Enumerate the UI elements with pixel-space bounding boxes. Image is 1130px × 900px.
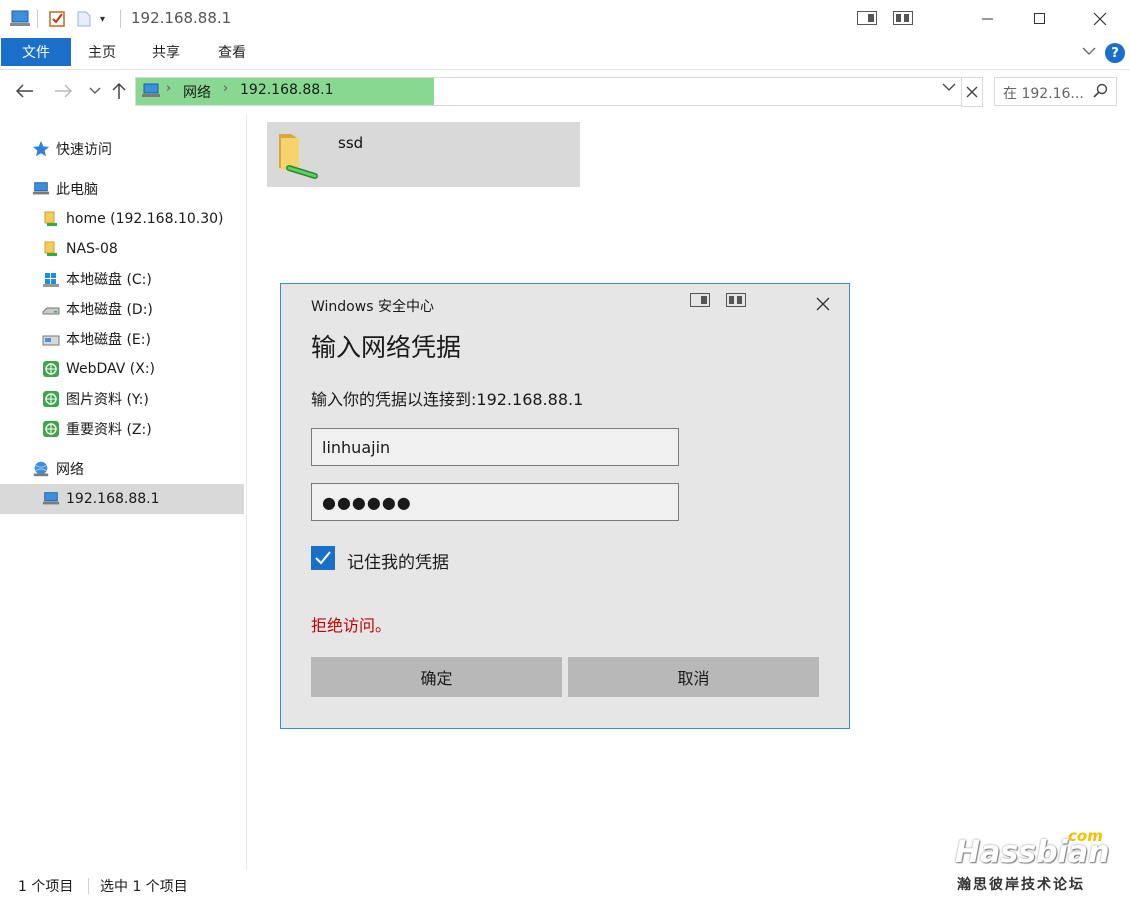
sidebar-item-label: 网络 — [56, 462, 84, 478]
stop-icon[interactable] — [961, 77, 983, 107]
cancel-button[interactable]: 取消 — [568, 657, 819, 697]
chevron-right-icon[interactable]: › — [166, 81, 171, 96]
sidebar-item-this-pc[interactable]: 此电脑 — [0, 174, 244, 204]
address-bar[interactable]: › 网络 › 192.168.88.1 — [135, 77, 962, 106]
sidebar-item-label: NAS-08 — [66, 241, 118, 257]
maximize-button[interactable] — [1014, 0, 1066, 38]
tile-window-icon[interactable] — [690, 293, 710, 311]
sidebar-item-drive-d[interactable]: 本地磁盘 (D:) — [0, 294, 244, 324]
tile-window-icon[interactable] — [857, 11, 877, 29]
search-placeholder: 在 192.16... — [1003, 86, 1084, 102]
split-window-icon[interactable] — [726, 293, 746, 311]
address-dropdown-icon[interactable] — [942, 80, 956, 96]
ribbon-tabs: 文件 主页 共享 查看 — [0, 38, 1130, 70]
sidebar-item-quick-access[interactable]: 快速访问 — [0, 134, 244, 164]
remember-credentials-checkbox[interactable] — [311, 546, 335, 570]
network-computer-icon — [142, 83, 162, 103]
network-icon — [32, 460, 50, 478]
ok-button[interactable]: 确定 — [311, 657, 562, 697]
windows-drive-icon — [42, 270, 60, 288]
search-icon[interactable] — [1093, 83, 1109, 103]
dialog-caption: Windows 安全中心 — [311, 299, 434, 315]
recent-locations-icon[interactable] — [84, 80, 106, 102]
quick-access-dropdown-icon[interactable]: ▾ — [100, 9, 105, 29]
checkmark-icon — [315, 551, 331, 565]
sidebar-item-label: 快速访问 — [56, 142, 112, 158]
web-drive-icon — [42, 360, 60, 378]
dialog-close-icon[interactable] — [813, 294, 833, 314]
window-title: 192.168.88.1 — [131, 9, 232, 27]
chevron-right-icon[interactable]: › — [223, 81, 228, 96]
web-drive-icon — [42, 390, 60, 408]
properties-icon[interactable] — [48, 9, 66, 29]
sidebar-item-label: 本地磁盘 (E:) — [66, 332, 151, 348]
tab-view[interactable]: 查看 — [218, 38, 246, 66]
sidebar-item-label: 本地磁盘 (D:) — [66, 302, 153, 318]
split-window-icon[interactable] — [893, 11, 913, 29]
sidebar-item-network[interactable]: 网络 — [0, 454, 244, 484]
remember-credentials-label[interactable]: 记住我的凭据 — [347, 548, 449, 573]
sidebar-item-host[interactable]: 192.168.88.1 — [0, 484, 244, 514]
help-button[interactable]: ? — [1105, 43, 1125, 63]
sidebar-item-drive-e[interactable]: 本地磁盘 (E:) — [0, 324, 244, 354]
sidebar-item-nas[interactable]: NAS-08 — [0, 234, 244, 264]
sidebar-item-home[interactable]: home (192.168.10.30) — [0, 204, 244, 234]
sidebar-item-webdav[interactable]: WebDAV (X:) — [0, 354, 244, 384]
tab-home[interactable]: 主页 — [88, 38, 116, 66]
computer-icon — [42, 490, 60, 508]
password-field[interactable]: ●●●●●● — [311, 483, 679, 521]
item-count: 1 个项目 — [18, 879, 74, 895]
sidebar-item-label: 192.168.88.1 — [66, 491, 160, 507]
star-icon — [32, 140, 50, 158]
folder-name[interactable]: ssd — [338, 134, 363, 152]
shared-folder-tile[interactable] — [267, 122, 580, 187]
explorer-app-icon[interactable] — [10, 9, 32, 29]
watermark-logo: Hassbian — [955, 835, 1110, 870]
title-bar: ▾ 192.168.88.1 — [0, 0, 1130, 38]
close-button[interactable] — [1074, 0, 1126, 38]
sidebar-item-label: WebDAV (X:) — [66, 361, 155, 377]
access-denied-message: 拒绝访问。 — [311, 616, 392, 635]
dialog-heading: 输入网络凭据 — [311, 333, 462, 362]
tab-share[interactable]: 共享 — [152, 38, 180, 66]
username-field[interactable]: linhuajin — [311, 428, 679, 466]
tab-file[interactable]: 文件 — [1, 38, 71, 66]
credentials-dialog: Windows 安全中心 输入网络凭据 输入你的凭据以连接到:192.168.8… — [280, 283, 850, 729]
dialog-prompt: 输入你的凭据以连接到:192.168.88.1 — [311, 390, 584, 409]
computer-icon — [32, 180, 50, 198]
minimize-button[interactable] — [962, 0, 1014, 38]
back-arrow-icon[interactable] — [14, 80, 36, 102]
sidebar-item-drive-z[interactable]: 重要资料 (Z:) — [0, 414, 244, 444]
sidebar-item-drive-c[interactable]: 本地磁盘 (C:) — [0, 264, 244, 294]
search-box[interactable]: 在 192.16... — [994, 77, 1117, 106]
breadcrumb-host[interactable]: 192.168.88.1 — [240, 82, 334, 98]
drive-icon — [42, 330, 60, 348]
shared-folder-icon — [275, 128, 319, 184]
new-folder-icon[interactable] — [76, 9, 92, 29]
breadcrumb-network[interactable]: 网络 — [183, 82, 211, 102]
web-drive-icon — [42, 420, 60, 438]
sidebar-item-drive-y[interactable]: 图片资料 (Y:) — [0, 384, 244, 414]
sidebar-item-label: 重要资料 (Z:) — [66, 422, 152, 438]
sidebar-item-label: 本地磁盘 (C:) — [66, 272, 152, 288]
sidebar-item-label: 图片资料 (Y:) — [66, 392, 149, 408]
network-drive-icon — [42, 210, 60, 228]
forward-arrow-icon[interactable] — [52, 80, 74, 102]
drive-icon — [42, 300, 60, 318]
network-drive-icon — [42, 240, 60, 258]
watermark-subtitle: 瀚思彼岸技术论坛 — [957, 877, 1085, 893]
sidebar-item-label: 此电脑 — [56, 182, 98, 198]
selected-count: 选中 1 个项目 — [100, 879, 188, 895]
up-arrow-icon[interactable] — [108, 80, 130, 102]
expand-ribbon-icon[interactable] — [1082, 44, 1096, 60]
sidebar-item-label: home (192.168.10.30) — [66, 211, 224, 227]
